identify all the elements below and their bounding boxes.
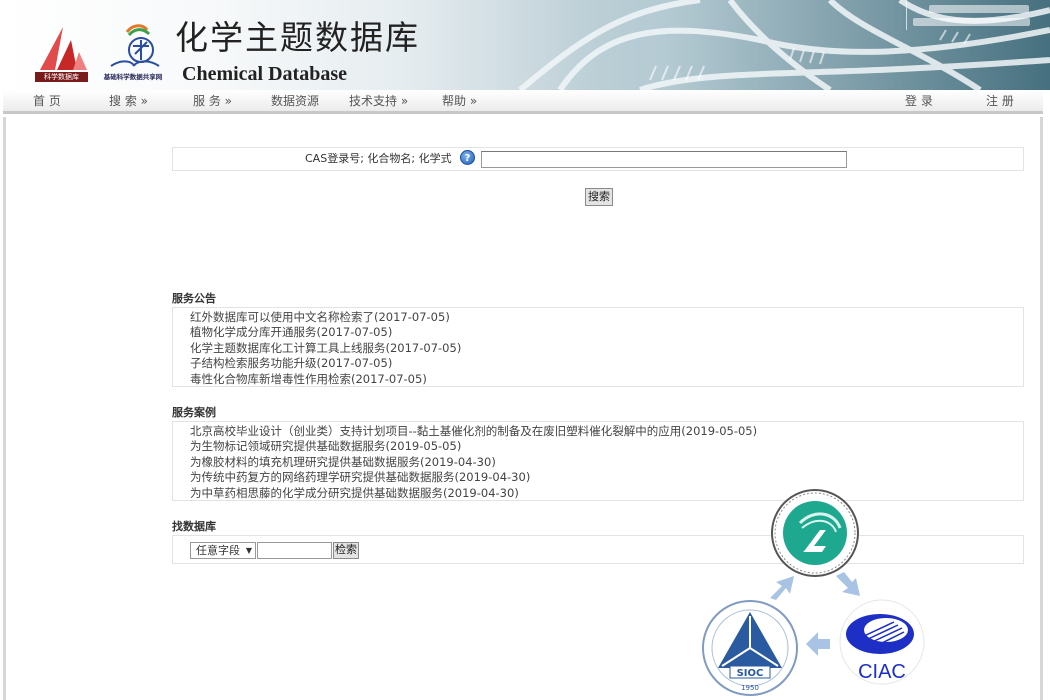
service-cases-title: 服务案例 bbox=[172, 406, 216, 419]
nav-home[interactable]: 首 页 bbox=[33, 93, 61, 109]
announcement-item[interactable]: 植物化学成分库开通服务(2017-07-05) bbox=[190, 325, 1023, 340]
announcements-list: 红外数据库可以使用中文名称检索了(2017-07-05) 植物化学成分库开通服务… bbox=[172, 307, 1024, 387]
field-select-value: 任意字段 bbox=[196, 544, 240, 557]
site-title-english: Chemical Database bbox=[182, 63, 347, 85]
nav-help[interactable]: 帮助 » bbox=[442, 93, 477, 109]
case-item[interactable]: 为传统中药复方的网络药理学研究提供基础数据服务(2019-04-30) bbox=[190, 470, 1023, 485]
institute-seal-logo[interactable] bbox=[770, 488, 860, 578]
sioc-logo[interactable]: SIOC 1950 bbox=[700, 598, 800, 698]
announcements-title: 服务公告 bbox=[172, 292, 216, 305]
cycle-arrow-left-icon bbox=[806, 632, 830, 656]
basic-science-data-logo[interactable]: 基础科学数据共享网 bbox=[97, 22, 171, 82]
search-label: CAS登录号; 化合物名; 化学式 bbox=[305, 152, 452, 165]
field-select[interactable]: 任意字段 ▼ bbox=[190, 542, 256, 559]
login-link[interactable]: 登 录 bbox=[905, 93, 933, 109]
compound-search-input[interactable] bbox=[481, 151, 847, 168]
sioc-label: SIOC bbox=[737, 668, 764, 679]
nav-services[interactable]: 服 务 » bbox=[193, 93, 232, 109]
announcement-item[interactable]: 毒性化合物库新增毒性作用检索(2017-07-05) bbox=[190, 372, 1023, 387]
case-item[interactable]: 为橡胶材料的填充机理研究提供基础数据服务(2019-04-30) bbox=[190, 455, 1023, 470]
partner-banner-tag[interactable] bbox=[906, 0, 1036, 30]
ciac-label: CIAC bbox=[858, 661, 906, 683]
nav-search[interactable]: 搜 索 » bbox=[109, 93, 148, 109]
database-search-input[interactable] bbox=[257, 542, 332, 559]
nav-tech-support[interactable]: 技术支持 » bbox=[349, 93, 408, 109]
service-cases-list: 北京高校毕业设计（创业类）支持计划项目--黏土基催化剂的制备及在废旧塑料催化裂解… bbox=[172, 421, 1024, 501]
cycle-arrow-down-icon bbox=[836, 572, 860, 596]
database-search-button[interactable]: 检索 bbox=[333, 542, 359, 559]
dropdown-arrow-icon: ▼ bbox=[245, 546, 252, 555]
book-globe-logo-icon bbox=[110, 24, 160, 67]
red-triangle-logo-icon bbox=[40, 27, 87, 70]
register-link[interactable]: 注 册 bbox=[986, 93, 1014, 109]
sioc-year: 1950 bbox=[741, 684, 759, 692]
science-database-logo[interactable]: 科学数据库 bbox=[35, 22, 90, 82]
announcement-item[interactable]: 子结构检索服务功能升级(2017-07-05) bbox=[190, 356, 1023, 371]
ciac-logo[interactable]: CIAC bbox=[834, 598, 934, 698]
logo2-label: 基础科学数据共享网 bbox=[103, 73, 163, 81]
logo1-label: 科学数据库 bbox=[35, 72, 88, 82]
announcement-item[interactable]: 化学主题数据库化工计算工具上线服务(2017-07-05) bbox=[190, 341, 1023, 356]
compound-search-form: CAS登录号; 化合物名; 化学式 ? bbox=[172, 147, 1024, 171]
site-header: 科学数据库 基础科学数据共享网 化学主题数据库 Chemical Databas… bbox=[0, 0, 1050, 90]
nav-data-resources[interactable]: 数据资源 bbox=[271, 93, 319, 109]
site-title-chinese: 化学主题数据库 bbox=[175, 18, 420, 57]
search-button[interactable]: 搜索 bbox=[585, 188, 613, 206]
case-item[interactable]: 为中草药相思藤的化学成分研究提供基础数据服务(2019-04-30) bbox=[190, 486, 1023, 501]
case-item[interactable]: 为生物标记领域研究提供基础数据服务(2019-05-05) bbox=[190, 439, 1023, 454]
case-item[interactable]: 北京高校毕业设计（创业类）支持计划项目--黏土基催化剂的制备及在废旧塑料催化裂解… bbox=[190, 424, 1023, 439]
find-database-form: 任意字段 ▼ 检索 bbox=[172, 535, 1024, 564]
announcement-item[interactable]: 红外数据库可以使用中文名称检索了(2017-07-05) bbox=[190, 310, 1023, 325]
main-navigation: 首 页 搜 索 » 服 务 » 数据资源 技术支持 » 帮助 » 登 录 注 册 bbox=[3, 90, 1043, 114]
help-icon[interactable]: ? bbox=[460, 150, 475, 165]
cycle-arrow-up-icon bbox=[770, 576, 794, 600]
find-database-title: 找数据库 bbox=[172, 520, 216, 533]
